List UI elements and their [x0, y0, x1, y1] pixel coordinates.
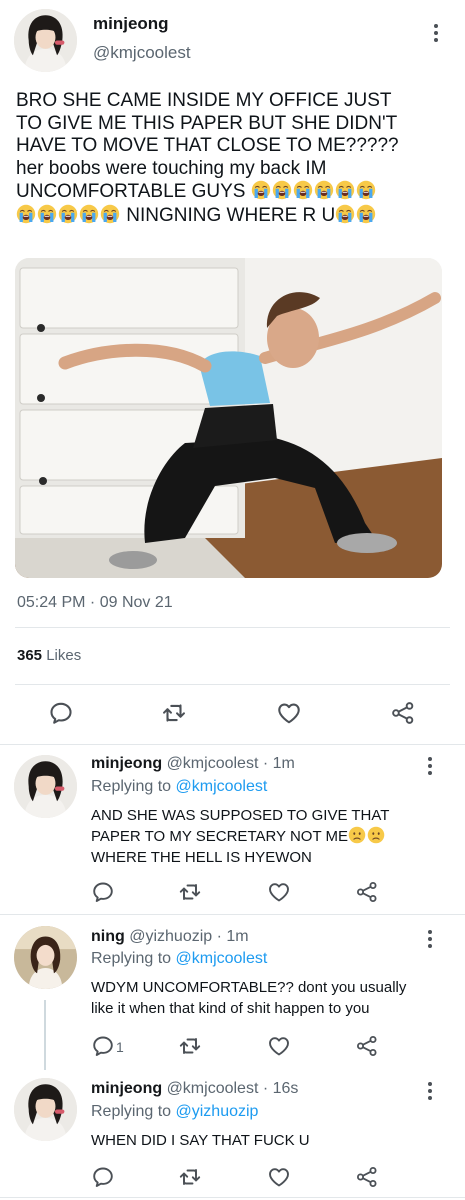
- divider: [0, 1197, 465, 1198]
- reply-text-line: WHERE THE HELL IS HYEWON: [91, 849, 312, 866]
- more-icon[interactable]: [427, 757, 433, 775]
- reply-icon[interactable]: [88, 1162, 118, 1192]
- reply-actions: [0, 1162, 465, 1192]
- reply-avatar[interactable]: [14, 926, 77, 989]
- share-icon[interactable]: [388, 698, 418, 728]
- replying-to: Replying to @kmjcoolest: [91, 950, 267, 968]
- loudly-crying-face-emoji: [100, 204, 120, 224]
- reply-display-name: minjeong: [91, 1080, 163, 1097]
- loudly-crying-face-emoji: [79, 204, 99, 224]
- reply-handle-time: @kmjcoolest · 1m: [166, 755, 295, 772]
- reply-avatar-image: [14, 1078, 77, 1141]
- replying-to-label: Replying to: [91, 1103, 172, 1120]
- main-tweet-actions: [0, 698, 465, 728]
- reply-icon[interactable]: [46, 698, 76, 728]
- reply-header[interactable]: minjeong @kmjcoolest · 1m: [91, 755, 295, 773]
- loudly-crying-face-emoji: [314, 180, 334, 200]
- reply-avatar-image: [14, 926, 77, 989]
- tweet-text: BRO SHE CAME INSIDE MY OFFICE JUST TO GI…: [16, 90, 456, 227]
- replying-to-label: Replying to: [91, 778, 172, 795]
- tweet-photo[interactable]: [15, 258, 442, 578]
- share-icon[interactable]: [352, 1162, 382, 1192]
- loudly-crying-face-emoji: [58, 204, 78, 224]
- reply-avatar[interactable]: [14, 1078, 77, 1141]
- divider: [0, 914, 465, 915]
- replying-to: Replying to @yizhuozip: [91, 1103, 258, 1121]
- loudly-crying-face-emoji: [251, 180, 271, 200]
- tweet-text-line-with-emoji: NINGNING WHERE R U: [16, 204, 456, 228]
- reply-display-name: minjeong: [91, 755, 163, 772]
- reply-actions: 1: [0, 1031, 465, 1061]
- tweet-timestamp[interactable]: 05:24 PM · 09 Nov 21: [17, 594, 173, 612]
- tweet-text-line: TO GIVE ME THIS PAPER BUT SHE DIDN'T: [16, 112, 398, 134]
- replying-to-link[interactable]: @kmjcoolest: [176, 778, 268, 795]
- author-avatar[interactable]: [14, 9, 77, 72]
- replying-to-label: Replying to: [91, 950, 172, 967]
- tweet-text-segment: NINGNING WHERE R U: [126, 204, 336, 226]
- reply-avatar-image: [14, 755, 77, 818]
- share-icon[interactable]: [352, 877, 382, 907]
- divider: [0, 744, 465, 745]
- heart-icon[interactable]: [264, 877, 294, 907]
- reply-actions: [0, 877, 465, 907]
- reply-text-line: WHEN DID I SAY THAT FUCK U: [91, 1132, 310, 1149]
- reply-icon[interactable]: [88, 1031, 118, 1061]
- tweet-text-line: HAVE TO MOVE THAT CLOSE TO ME?????: [16, 135, 399, 156]
- divider: [15, 627, 450, 628]
- reply-text-line: AND SHE WAS SUPPOSED TO GIVE THAT: [91, 807, 390, 824]
- reply-count: 1: [116, 1039, 124, 1055]
- tweet-text-line: BRO SHE CAME INSIDE MY OFFICE JUST: [16, 90, 392, 111]
- tweet-text-line-with-emoji: UNCOMFORTABLE GUYS: [16, 180, 456, 204]
- heart-icon[interactable]: [264, 1162, 294, 1192]
- loudly-crying-face-emoji: [293, 180, 313, 200]
- divider: [15, 684, 450, 685]
- reply-handle-time: @kmjcoolest · 16s: [166, 1080, 299, 1097]
- loudly-crying-face-emoji: [335, 204, 355, 224]
- tweet-text-segment: UNCOMFORTABLE GUYS: [16, 181, 246, 202]
- more-icon[interactable]: [433, 24, 439, 42]
- likes-count: 365: [17, 647, 43, 664]
- likes-label: Likes: [46, 647, 82, 664]
- reply-header[interactable]: ning @yizhuozip · 1m: [91, 928, 249, 946]
- slightly-frowning-face-emoji: [367, 826, 385, 844]
- reply-text-segment: PAPER TO MY SECRETARY NOT ME: [91, 828, 349, 845]
- likes-summary[interactable]: 365 Likes: [17, 647, 81, 664]
- reply-text-line-with-emoji: PAPER TO MY SECRETARY NOT ME: [91, 826, 441, 847]
- author-avatar-image: [14, 9, 77, 72]
- loudly-crying-face-emoji: [272, 180, 292, 200]
- share-icon[interactable]: [352, 1031, 382, 1061]
- reply-text-line: like it when that kind of shit happen to…: [91, 1000, 370, 1017]
- slightly-frowning-face-emoji: [348, 826, 366, 844]
- more-icon[interactable]: [427, 1082, 433, 1100]
- reply-avatar[interactable]: [14, 755, 77, 818]
- retweet-icon[interactable]: [175, 1162, 205, 1192]
- reply-handle-time: @yizhuozip · 1m: [129, 928, 249, 945]
- author-display-name[interactable]: minjeong: [93, 14, 169, 34]
- loudly-crying-face-emoji: [16, 204, 36, 224]
- retweet-icon[interactable]: [159, 698, 189, 728]
- more-icon[interactable]: [427, 930, 433, 948]
- reply-display-name: ning: [91, 928, 125, 945]
- loudly-crying-face-emoji: [37, 204, 57, 224]
- loudly-crying-face-emoji: [356, 204, 376, 224]
- reply-text: WDYM UNCOMFORTABLE?? dont you usually li…: [91, 977, 451, 1019]
- replying-to-link[interactable]: @yizhuozip: [176, 1103, 259, 1120]
- heart-icon[interactable]: [264, 1031, 294, 1061]
- replying-to-link[interactable]: @kmjcoolest: [176, 950, 268, 967]
- reply-icon[interactable]: [88, 877, 118, 907]
- retweet-icon[interactable]: [175, 1031, 205, 1061]
- reply-text: AND SHE WAS SUPPOSED TO GIVE THAT PAPER …: [91, 805, 441, 868]
- photo-image: [15, 258, 442, 578]
- tweet-text-line: her boobs were touching my back IM: [16, 157, 327, 179]
- reply-text-line: WDYM UNCOMFORTABLE?? dont you usually: [91, 979, 407, 996]
- reply-header[interactable]: minjeong @kmjcoolest · 16s: [91, 1080, 298, 1098]
- loudly-crying-face-emoji: [335, 180, 355, 200]
- loudly-crying-face-emoji: [356, 180, 376, 200]
- heart-icon[interactable]: [274, 698, 304, 728]
- reply-text: WHEN DID I SAY THAT FUCK U: [91, 1130, 431, 1151]
- retweet-icon[interactable]: [175, 877, 205, 907]
- replying-to: Replying to @kmjcoolest: [91, 778, 267, 796]
- author-handle[interactable]: @kmjcoolest: [93, 43, 191, 63]
